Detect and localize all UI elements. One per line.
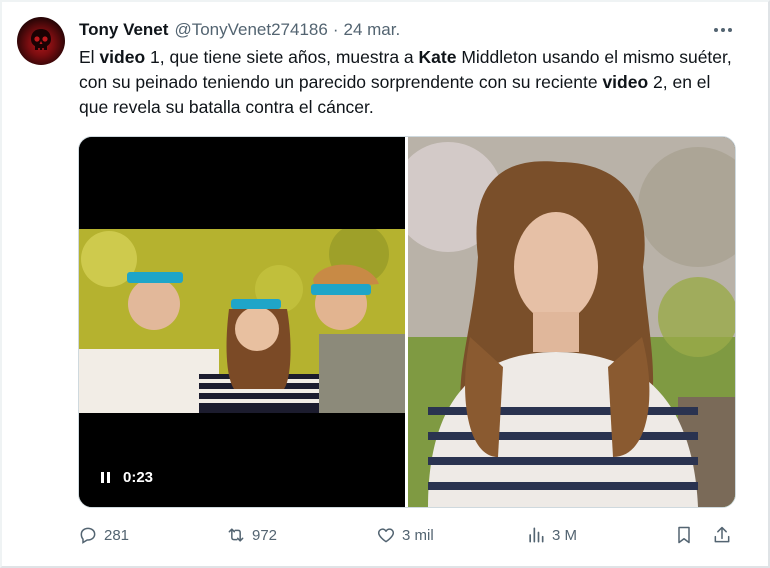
share-button[interactable] <box>712 522 738 548</box>
text-segment: El <box>79 47 100 67</box>
photo-image[interactable] <box>408 137 735 507</box>
three-people-photo <box>79 229 405 413</box>
like-button[interactable]: 3 mil <box>376 522 434 548</box>
bookmark-button[interactable] <box>674 522 700 548</box>
separator: · <box>332 20 339 39</box>
portrait-photo <box>408 137 735 507</box>
pause-icon[interactable] <box>101 472 113 483</box>
avatar[interactable] <box>17 17 65 65</box>
like-count: 3 mil <box>402 526 434 544</box>
views-button[interactable]: 3 M <box>526 522 577 548</box>
views-icon <box>529 527 544 543</box>
author-handle[interactable]: @TonyVenet274186 <box>174 20 327 40</box>
text-bold: video <box>99 47 146 67</box>
tweet-date[interactable]: 24 mar. <box>344 20 401 40</box>
video-timestamp: 0:23 <box>123 469 154 486</box>
media-grid: 0:23 <box>78 136 736 508</box>
like-icon <box>377 528 395 543</box>
video-player[interactable]: 0:23 <box>79 137 405 507</box>
share-icon <box>714 526 730 543</box>
more-icon[interactable] <box>710 20 736 40</box>
action-bar: 281 972 3 mil 3 M <box>78 522 738 548</box>
tweet-text: El video 1, que tiene siete años, muestr… <box>79 45 739 120</box>
text-segment: 1, que tiene siete años, muestra a <box>145 47 419 67</box>
text-bold: video <box>602 72 649 92</box>
video-controls: 0:23 <box>101 469 153 486</box>
repost-count: 972 <box>252 526 278 544</box>
tweet-header: Tony Venet @TonyVenet274186 · 24 mar. <box>79 19 400 41</box>
reply-icon <box>80 527 96 544</box>
reply-count: 281 <box>104 526 130 544</box>
reply-button[interactable]: 281 <box>78 522 129 548</box>
repost-icon <box>228 528 244 542</box>
repost-button[interactable]: 972 <box>226 522 277 548</box>
text-bold: Kate <box>418 47 457 67</box>
bookmark-icon <box>678 526 690 544</box>
skull-avatar-icon <box>31 29 51 50</box>
author-name[interactable]: Tony Venet <box>79 20 168 40</box>
views-count: 3 M <box>552 526 578 544</box>
video-frame-image <box>79 229 405 413</box>
